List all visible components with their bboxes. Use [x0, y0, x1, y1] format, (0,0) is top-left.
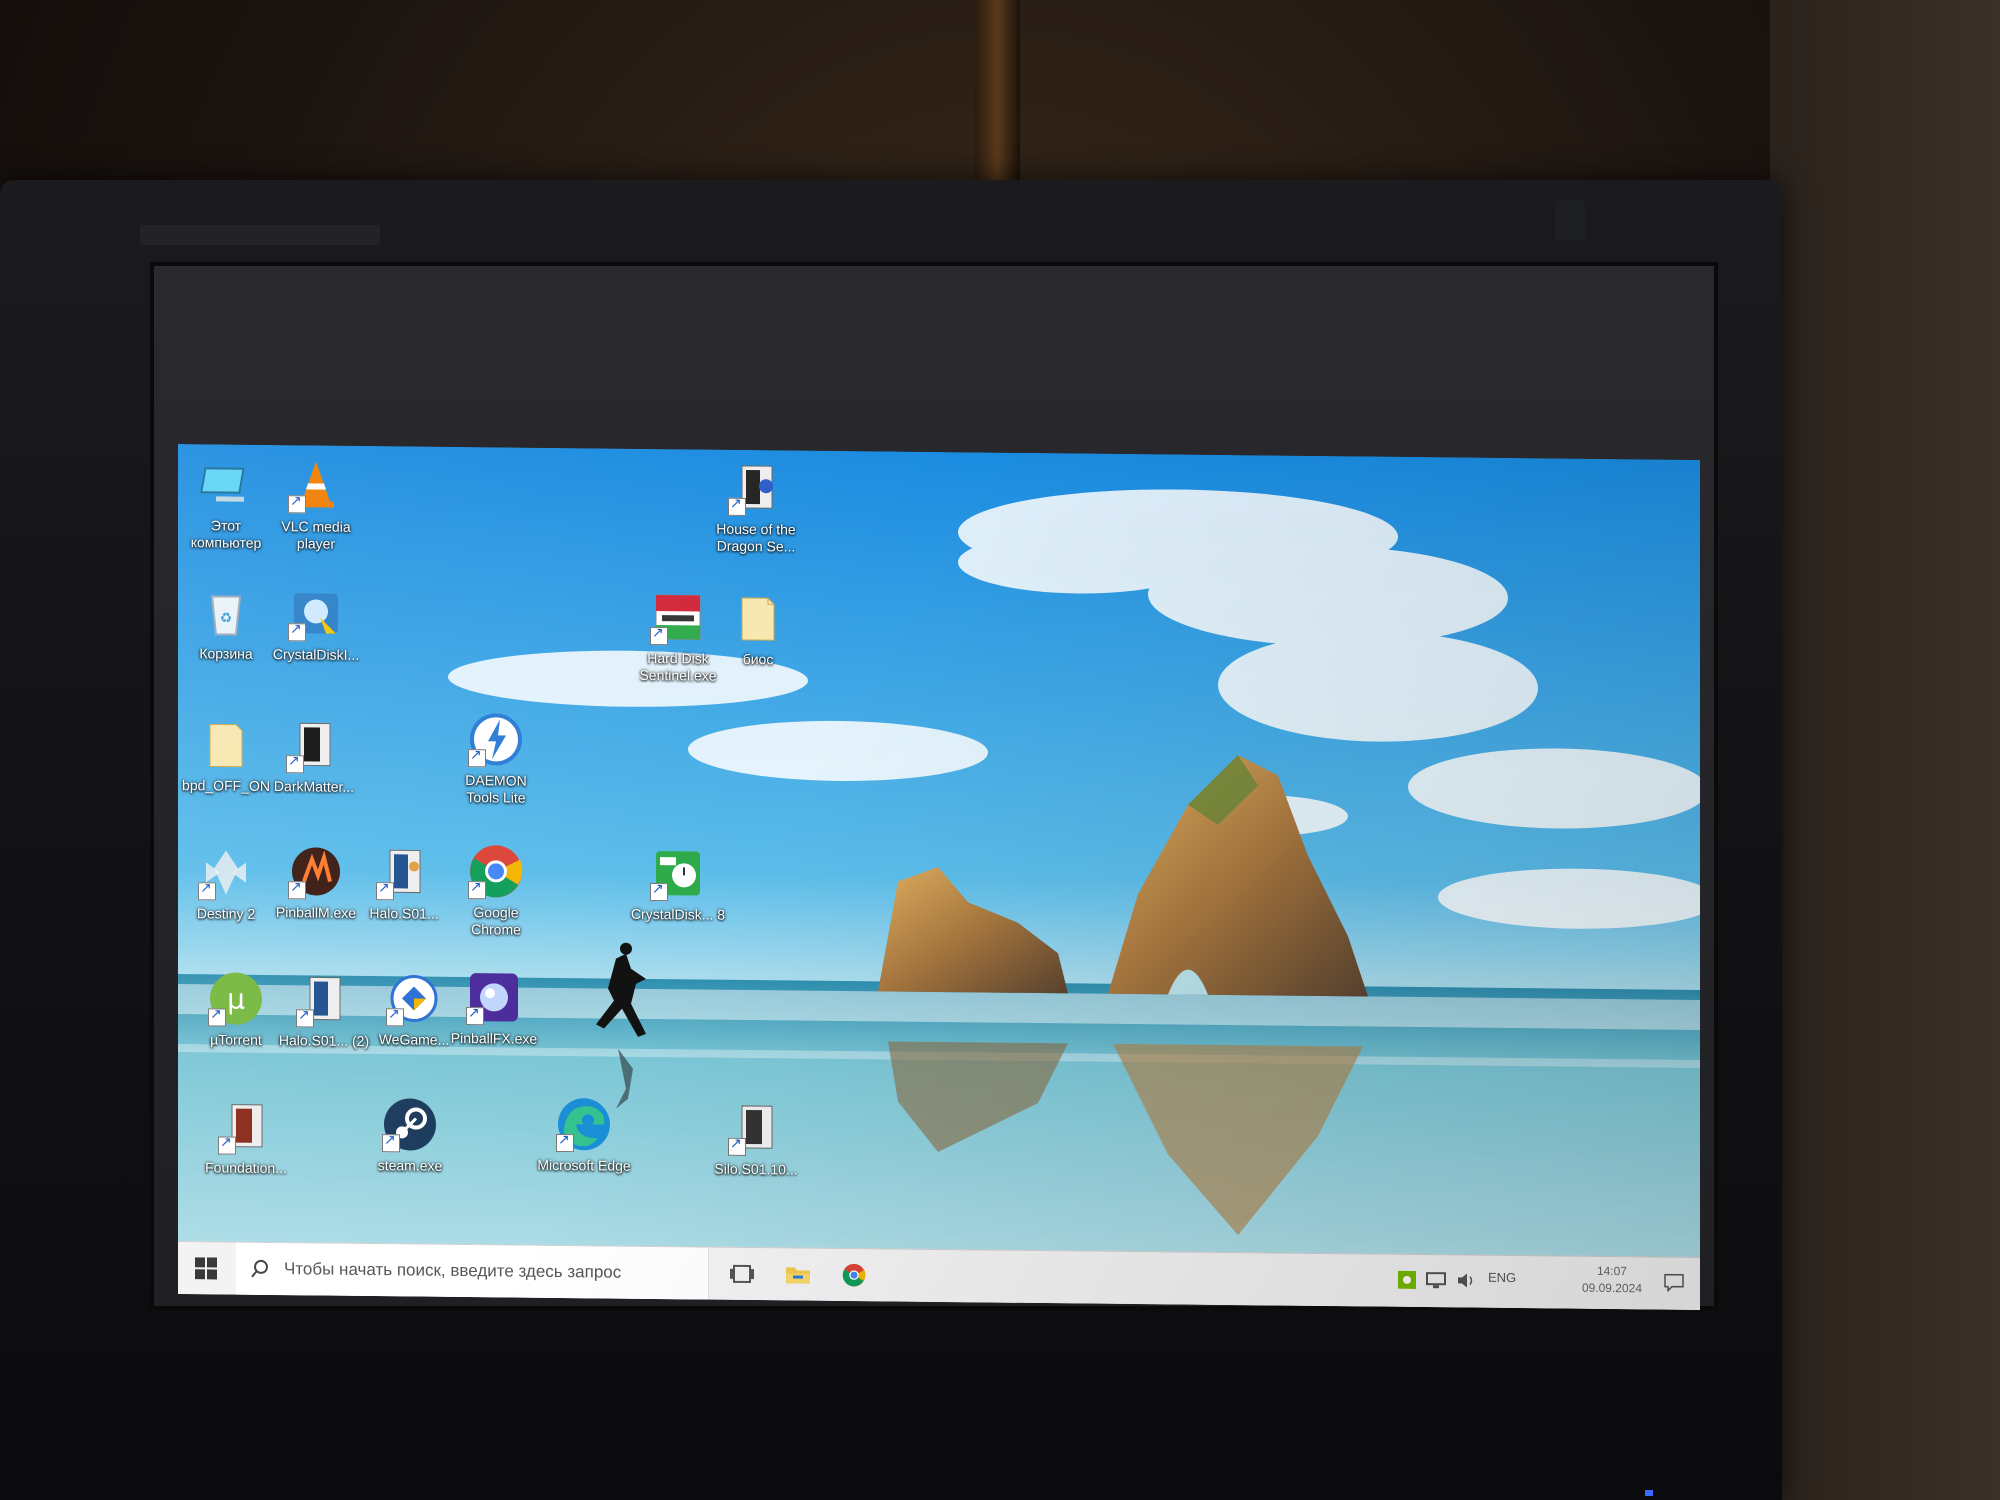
movie-file-icon: [726, 1098, 786, 1159]
hard-disk-sentinel-icon: [648, 587, 708, 648]
background-door: [975, 0, 1020, 180]
movie-file-icon: [216, 1096, 276, 1157]
daemon-tools-icon: [466, 709, 526, 770]
desktop-icon-steam[interactable]: steam.exe: [362, 1094, 458, 1175]
desktop-icon-crystaldiskmark[interactable]: CrystalDisk... 8: [630, 843, 726, 924]
search-icon: [251, 1259, 268, 1278]
folder-icon: [196, 714, 256, 775]
movie-file-icon: [726, 458, 786, 519]
shortcut-arrow-icon: [386, 1008, 404, 1027]
task-view-button[interactable]: [726, 1258, 758, 1290]
volume-icon[interactable]: [1456, 1271, 1476, 1289]
desktop-icon-pinballfx[interactable]: PinballFX.exe: [446, 967, 542, 1048]
desktop-icon-darkmatter[interactable]: DarkMatter...: [266, 715, 362, 796]
shortcut-arrow-icon: [466, 1007, 484, 1026]
shortcut-arrow-icon: [382, 1134, 400, 1153]
task-view-icon: [730, 1264, 754, 1284]
desktop-icon-halo-s01-2[interactable]: Halo.S01... (2): [276, 969, 372, 1050]
monitor-brand: [140, 225, 380, 245]
shortcut-arrow-icon: [468, 881, 486, 900]
shortcut-arrow-icon: [468, 749, 486, 768]
shortcut-arrow-icon: [288, 623, 306, 642]
file-explorer-icon: [786, 1267, 810, 1284]
desktop-icon-pinballm[interactable]: PinballM.exe: [268, 841, 364, 922]
desktop-icon-this-pc[interactable]: Этот компьютер: [178, 454, 274, 552]
monitor-sensor: [1555, 200, 1585, 240]
wegame-icon: [384, 968, 444, 1029]
chrome-icon: [466, 841, 526, 902]
desktop-icon-daemon-tools[interactable]: DAEMON Tools Lite: [448, 709, 544, 807]
power-led: [1645, 1490, 1653, 1496]
search-box[interactable]: Чтобы начать поиск, введите здесь запрос: [236, 1242, 709, 1300]
svg-text:µ: µ: [227, 983, 245, 1016]
desktop-icon-silo[interactable]: Silo.S01.10...: [708, 1098, 804, 1179]
background-wall: [1770, 0, 2000, 1500]
desktop-icon-bios-folder[interactable]: биос: [710, 588, 806, 669]
edge-icon: [554, 1094, 614, 1155]
clock-time: 14:07: [1596, 1263, 1627, 1279]
destiny-icon: [196, 842, 256, 903]
shortcut-arrow-icon: [650, 626, 668, 646]
desktop-icon-microsoft-edge[interactable]: Microsoft Edge: [536, 1094, 632, 1175]
utorrent-icon: µ: [206, 968, 266, 1029]
clock[interactable]: 14:07 09.09.2024: [1582, 1263, 1642, 1298]
movie-file-icon: [284, 715, 344, 776]
crystaldiskmark-icon: [648, 843, 708, 904]
desktop-screen: Этот компьютер VLC media player House of…: [178, 444, 1700, 1310]
pinball-fx-icon: [464, 967, 524, 1028]
shortcut-arrow-icon: [286, 755, 304, 774]
shortcut-arrow-icon: [288, 495, 306, 514]
movie-file-icon: [374, 842, 434, 903]
steam-icon: [380, 1094, 440, 1155]
shortcut-arrow-icon: [728, 1137, 746, 1156]
desktop-icon-destiny-2[interactable]: Destiny 2: [178, 842, 274, 923]
pinball-m-icon: [286, 841, 346, 902]
desktop-icon-recycle-bin[interactable]: ♻ Корзина: [178, 582, 274, 663]
recycle-bin-icon: ♻: [196, 582, 256, 643]
shortcut-arrow-icon: [296, 1009, 314, 1028]
shortcut-arrow-icon: [728, 497, 746, 516]
desktop-icon-bpd-off-on[interactable]: bpd_OFF_ON: [178, 714, 274, 795]
shortcut-arrow-icon: [198, 882, 216, 901]
shortcut-arrow-icon: [208, 1008, 226, 1027]
desktop-icon-crystaldiskinfo[interactable]: CrystalDiskI...: [268, 583, 364, 664]
network-icon[interactable]: [1426, 1271, 1446, 1289]
system-tray: ENG 14:07 09.09.2024: [1380, 1255, 1700, 1310]
chrome-taskbar-button[interactable]: [838, 1259, 870, 1291]
desktop-icon-google-chrome[interactable]: Google Chrome: [448, 841, 544, 939]
shortcut-arrow-icon: [556, 1133, 574, 1153]
shortcut-arrow-icon: [218, 1136, 236, 1155]
language-indicator[interactable]: ENG: [1488, 1270, 1516, 1285]
crystaldiskinfo-icon: [286, 583, 346, 644]
desktop-icon-halo-s01[interactable]: Halo.S01...: [356, 842, 452, 923]
this-pc-icon: [196, 454, 256, 515]
vlc-icon: [286, 455, 346, 516]
shortcut-arrow-icon: [650, 882, 668, 902]
chrome-icon: [842, 1263, 866, 1287]
shortcut-arrow-icon: [288, 881, 306, 900]
svg-text:♻: ♻: [220, 610, 233, 626]
notifications-icon[interactable]: [1664, 1273, 1684, 1292]
folder-icon: [728, 588, 788, 649]
desktop-icon-vlc[interactable]: VLC media player: [268, 455, 364, 553]
nvidia-icon[interactable]: [1398, 1270, 1416, 1289]
clock-date: 09.09.2024: [1581, 1280, 1642, 1296]
desktop-icon-foundation[interactable]: Foundation...: [198, 1096, 294, 1177]
shortcut-arrow-icon: [376, 882, 394, 901]
windows-icon: [195, 1257, 217, 1280]
movie-file-icon: [294, 969, 354, 1030]
desktop-icon-utorrent[interactable]: µ µTorrent: [188, 968, 284, 1049]
file-explorer-button[interactable]: [782, 1258, 814, 1290]
search-placeholder: Чтобы начать поиск, введите здесь запрос: [284, 1259, 622, 1282]
start-button[interactable]: [192, 1254, 220, 1282]
desktop-icon-house-of-the-dragon[interactable]: House of the Dragon Se...: [708, 458, 804, 556]
